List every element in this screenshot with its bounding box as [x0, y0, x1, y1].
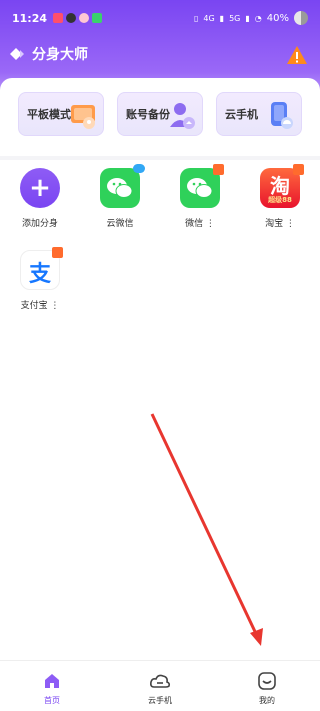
- user-backup-icon: [170, 103, 195, 129]
- warning-icon[interactable]: [286, 44, 308, 66]
- quick-panel: 平板模式 账号备份 云手机: [0, 78, 320, 156]
- tab-cloud-phone[interactable]: 云手机: [130, 671, 190, 706]
- smile-face-icon: [258, 672, 276, 690]
- tab-label: 我的: [259, 696, 275, 705]
- clone-badge-icon: [293, 164, 304, 175]
- logo-icon: [10, 48, 24, 60]
- taobao-icon[interactable]: 淘 超级88: [260, 164, 304, 208]
- battery-label: 40%: [266, 12, 289, 24]
- alipay-glyph: 支: [28, 262, 51, 287]
- tab-label: 首页: [44, 696, 60, 705]
- wechat-icon[interactable]: [100, 164, 145, 208]
- app-label: 添加分身: [21, 219, 58, 229]
- wechat-item[interactable]: 微信 ⋮: [170, 164, 230, 229]
- status-right: ▯ 4G ▮ 5G ▮ ◔ 40%: [194, 11, 308, 25]
- plus-icon[interactable]: +: [20, 168, 60, 208]
- cloud-wechat-item[interactable]: 云微信: [90, 164, 150, 229]
- app-label: 淘宝 ⋮: [265, 219, 295, 229]
- wechat-icon[interactable]: [180, 164, 224, 208]
- cloud-badge-icon: [133, 164, 145, 173]
- app-label: 微信 ⋮: [185, 219, 215, 229]
- notification-icon: [79, 13, 90, 23]
- add-clone-item[interactable]: + 添加分身: [10, 168, 70, 229]
- battery-icon: [294, 11, 308, 25]
- clone-badge-icon: [52, 247, 63, 258]
- notification-icon: [66, 13, 77, 23]
- alipay-icon[interactable]: 支: [20, 247, 63, 290]
- tab-home[interactable]: 首页: [22, 671, 82, 706]
- bottom-tab-bar: 首页 云手机 我的: [0, 660, 320, 711]
- cloud-phone-icon: [271, 102, 293, 129]
- notification-icon: [53, 13, 64, 23]
- alipay-item[interactable]: 支 支付宝 ⋮: [10, 247, 70, 311]
- taobao-item[interactable]: 淘 超级88 淘宝 ⋮: [250, 164, 310, 229]
- status-bar: 11:24 ▯ 4G ▮ 5G ▮ ◔ 40%: [0, 0, 320, 36]
- tablet-mode-card[interactable]: 平板模式: [18, 92, 104, 136]
- card-label: 云手机: [225, 108, 258, 121]
- card-label: 账号备份: [126, 108, 170, 121]
- signal-bars-icon: ▮: [245, 13, 250, 23]
- signal-label: 4G: [203, 13, 215, 23]
- account-backup-card[interactable]: 账号备份: [117, 92, 203, 136]
- vibrate-icon: ▯: [193, 13, 199, 23]
- signal-bars-icon: ▮: [219, 13, 225, 23]
- taobao-sub-glyph: 超级88: [268, 196, 292, 204]
- tab-label: 云手机: [148, 696, 172, 705]
- tab-mine[interactable]: 我的: [237, 671, 297, 706]
- tablet-icon: [71, 105, 95, 129]
- app-label: 云微信: [106, 219, 134, 229]
- signal-label: 5G: [229, 13, 241, 23]
- titlebar: 分身大师: [10, 44, 88, 64]
- card-label: 平板模式: [27, 108, 71, 121]
- wechat-notification-icon: [92, 13, 103, 23]
- cloud-phone-card[interactable]: 云手机: [216, 92, 302, 136]
- clone-badge-icon: [213, 164, 224, 175]
- cloud-icon: [150, 674, 171, 688]
- page-title: 分身大师: [32, 47, 88, 63]
- status-time: 11:24: [12, 11, 48, 25]
- app-label: 支付宝 ⋮: [20, 301, 60, 311]
- home-icon: [45, 674, 59, 688]
- wifi-icon: ◔: [254, 13, 262, 23]
- section-divider: [0, 156, 320, 160]
